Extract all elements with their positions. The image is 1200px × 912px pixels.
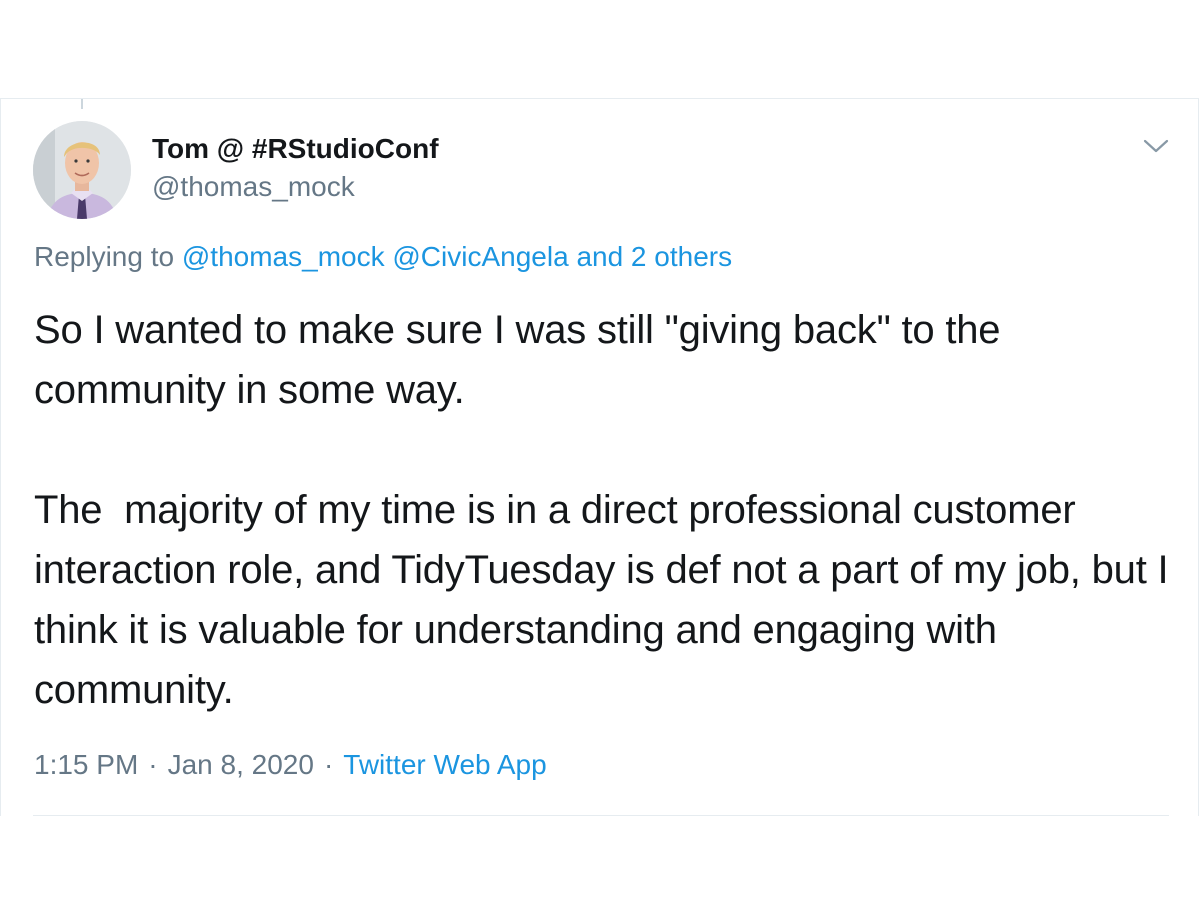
avatar[interactable] [33, 121, 131, 219]
tweet-source-link[interactable]: Twitter Web App [343, 749, 546, 780]
others-link[interactable]: and 2 others [576, 241, 732, 272]
author-display-name[interactable]: Tom @ #RStudioConf [152, 133, 439, 165]
tweet-meta: 1:15 PM · Jan 8, 2020 · Twitter Web App [34, 749, 547, 781]
chevron-down-icon [1143, 139, 1169, 153]
replying-to-line: Replying to @thomas_mock @CivicAngela an… [34, 241, 732, 273]
author-handle[interactable]: @thomas_mock [152, 171, 355, 203]
more-options-button[interactable] [1139, 133, 1173, 161]
tweet-text: So I wanted to make sure I was still "gi… [34, 308, 1169, 712]
meta-separator: · [148, 749, 158, 780]
avatar-image [33, 121, 131, 219]
thread-connector-line [81, 99, 83, 109]
divider [33, 815, 1169, 816]
mention-link[interactable]: @thomas_mock [182, 241, 385, 272]
tweet-time[interactable]: 1:15 PM [34, 749, 138, 780]
tweet-card: Tom @ #RStudioConf @thomas_mock Replying… [0, 98, 1199, 816]
replying-to-prefix: Replying to [34, 241, 175, 272]
tweet-date[interactable]: Jan 8, 2020 [168, 749, 314, 780]
mention-link[interactable]: @CivicAngela [392, 241, 568, 272]
meta-separator: · [323, 749, 334, 780]
